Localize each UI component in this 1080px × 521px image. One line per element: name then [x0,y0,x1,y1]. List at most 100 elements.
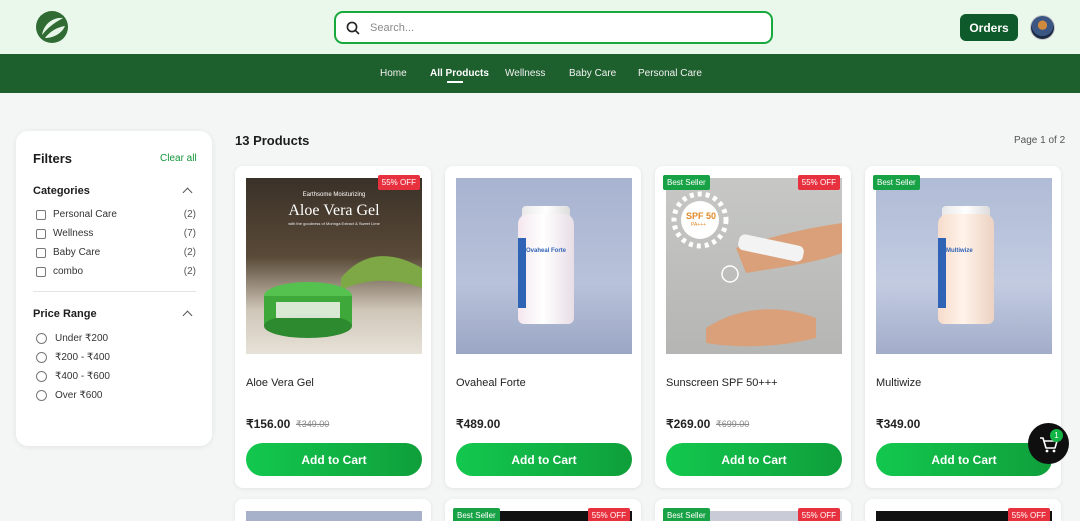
product-image[interactable]: SPF 50 PA+++ [666,178,842,354]
page-indicator: Page 1 of 2 [1014,135,1066,146]
radio-button[interactable] [36,333,47,344]
bottle-icon [518,214,574,324]
price-400-600[interactable]: ₹400 - ₹600 [36,370,196,384]
discount-badge: 55% OFF [587,508,630,521]
image-brand-text: Earthsome Moisturizing [302,192,366,198]
search-input[interactable] [370,21,750,34]
user-avatar[interactable] [1030,15,1055,40]
image-sub-text: with the goodness of Moringa Extract & S… [288,221,380,226]
product-name[interactable]: Sunscreen SPF 50+++ [666,377,778,389]
chevron-up-icon[interactable] [182,310,193,321]
price-label: Under ₹200 [55,333,109,344]
product-name[interactable]: Ovaheal Forte [456,377,526,389]
checkbox[interactable] [36,267,46,277]
category-label: Baby Care [53,247,101,258]
product-image[interactable]: Earthsome Moisturizing Aloe Vera Gel wit… [246,178,422,354]
best-seller-badge: Best Seller [663,508,710,521]
product-old-price: ₹349.00 [296,419,330,429]
best-seller-badge: Best Seller [663,175,710,190]
product-image[interactable]: Ovaheal Forte [456,178,632,354]
category-count: (7) [183,228,196,239]
add-to-cart-button[interactable]: Add to Cart [246,443,422,476]
product-old-price: ₹699.00 [716,419,750,429]
discount-badge: 55% OFF [1007,508,1050,521]
category-label: Wellness [53,228,94,239]
nav-active-indicator [447,81,463,83]
category-count: (2) [183,247,196,258]
checkbox[interactable] [36,248,46,258]
category-label: Personal Care [53,209,117,220]
radio-button[interactable] [36,371,47,382]
category-label: combo [53,266,84,277]
add-to-cart-button[interactable]: Add to Cart [456,443,632,476]
product-card-ovaheal-forte[interactable]: Ovaheal Forte Ovaheal Forte ₹489.00 Add … [445,166,641,488]
price-range-title[interactable]: Price Range [33,308,97,320]
product-card[interactable]: Best Seller 55% OFF [655,499,851,521]
filters-title: Filters [33,151,73,166]
product-price: ₹489.00 [456,417,501,431]
discount-badge: 55% OFF [377,175,420,190]
top-header: Orders [0,0,1080,54]
category-count: (2) [183,266,196,277]
spf-text: SPF 50 [686,211,717,221]
product-image[interactable]: Multiwize [876,178,1052,354]
product-card-aloe-vera-gel[interactable]: Earthsome Moisturizing Aloe Vera Gel wit… [235,166,431,488]
nav-baby-care[interactable]: Baby Care [569,68,616,79]
product-image[interactable] [246,511,422,521]
price-label: ₹400 - ₹600 [55,371,110,382]
brand-logo-icon[interactable] [36,11,68,43]
nav-wellness[interactable]: Wellness [505,68,545,79]
nav-home[interactable]: Home [380,68,407,79]
product-name[interactable]: Aloe Vera Gel [246,377,314,389]
product-name[interactable]: Multiwize [876,377,921,389]
best-seller-badge: Best Seller [873,175,920,190]
price-under-200[interactable]: Under ₹200 [36,332,196,346]
image-title-text: Aloe Vera Gel [288,202,380,219]
orders-button[interactable]: Orders [960,14,1018,41]
bottle-icon [938,214,994,324]
price-200-400[interactable]: ₹200 - ₹400 [36,351,196,365]
filters-panel: Filters Clear all Categories Personal Ca… [16,131,212,446]
product-count: 13 Products [235,133,310,148]
price-label: ₹200 - ₹400 [55,352,110,363]
search-icon [346,21,360,35]
spf-sub-text: PA+++ [691,222,707,228]
product-card[interactable]: 55% OFF [865,499,1061,521]
checkbox[interactable] [36,210,46,220]
nav-all-products[interactable]: All Products [430,68,489,79]
category-personal-care[interactable]: Personal Care (2) [36,208,196,222]
bottle-label-strip [938,238,946,308]
sunscreen-illustration-icon [671,191,842,347]
radio-button[interactable] [36,352,47,363]
discount-badge: 55% OFF [797,508,840,521]
bottle-label-text: Multiwize [946,248,973,254]
clear-all-link[interactable]: Clear all [160,153,197,164]
shopping-cart-icon [1040,437,1058,453]
radio-button[interactable] [36,390,47,401]
main-nav: Home All Products Wellness Baby Care Per… [0,54,1080,93]
checkbox[interactable] [36,229,46,239]
cart-count-badge: 1 [1050,429,1063,442]
nav-personal-care[interactable]: Personal Care [638,68,702,79]
category-wellness[interactable]: Wellness (7) [36,227,196,241]
best-seller-badge: Best Seller [453,508,500,521]
categories-title[interactable]: Categories [33,185,90,197]
add-to-cart-button[interactable]: Add to Cart [666,443,842,476]
product-price: ₹156.00 [246,417,291,431]
price-over-600[interactable]: Over ₹600 [36,389,196,403]
chevron-up-icon[interactable] [182,187,193,198]
search-bar[interactable] [334,11,773,44]
category-count: (2) [183,209,196,220]
divider [33,291,196,292]
floating-cart-button[interactable] [1028,423,1069,464]
product-price: ₹269.00 [666,417,711,431]
bottle-label-strip [518,238,526,308]
product-card-sunscreen[interactable]: SPF 50 PA+++ Best Seller 55% OFF Sunscre… [655,166,851,488]
product-card[interactable]: Best Seller 55% OFF [445,499,641,521]
bottle-label-text: Ovaheal Forte [526,248,567,254]
add-to-cart-button[interactable]: Add to Cart [876,443,1052,476]
category-combo[interactable]: combo (2) [36,265,196,279]
discount-badge: 55% OFF [797,175,840,190]
category-baby-care[interactable]: Baby Care (2) [36,246,196,260]
product-card[interactable] [235,499,431,521]
